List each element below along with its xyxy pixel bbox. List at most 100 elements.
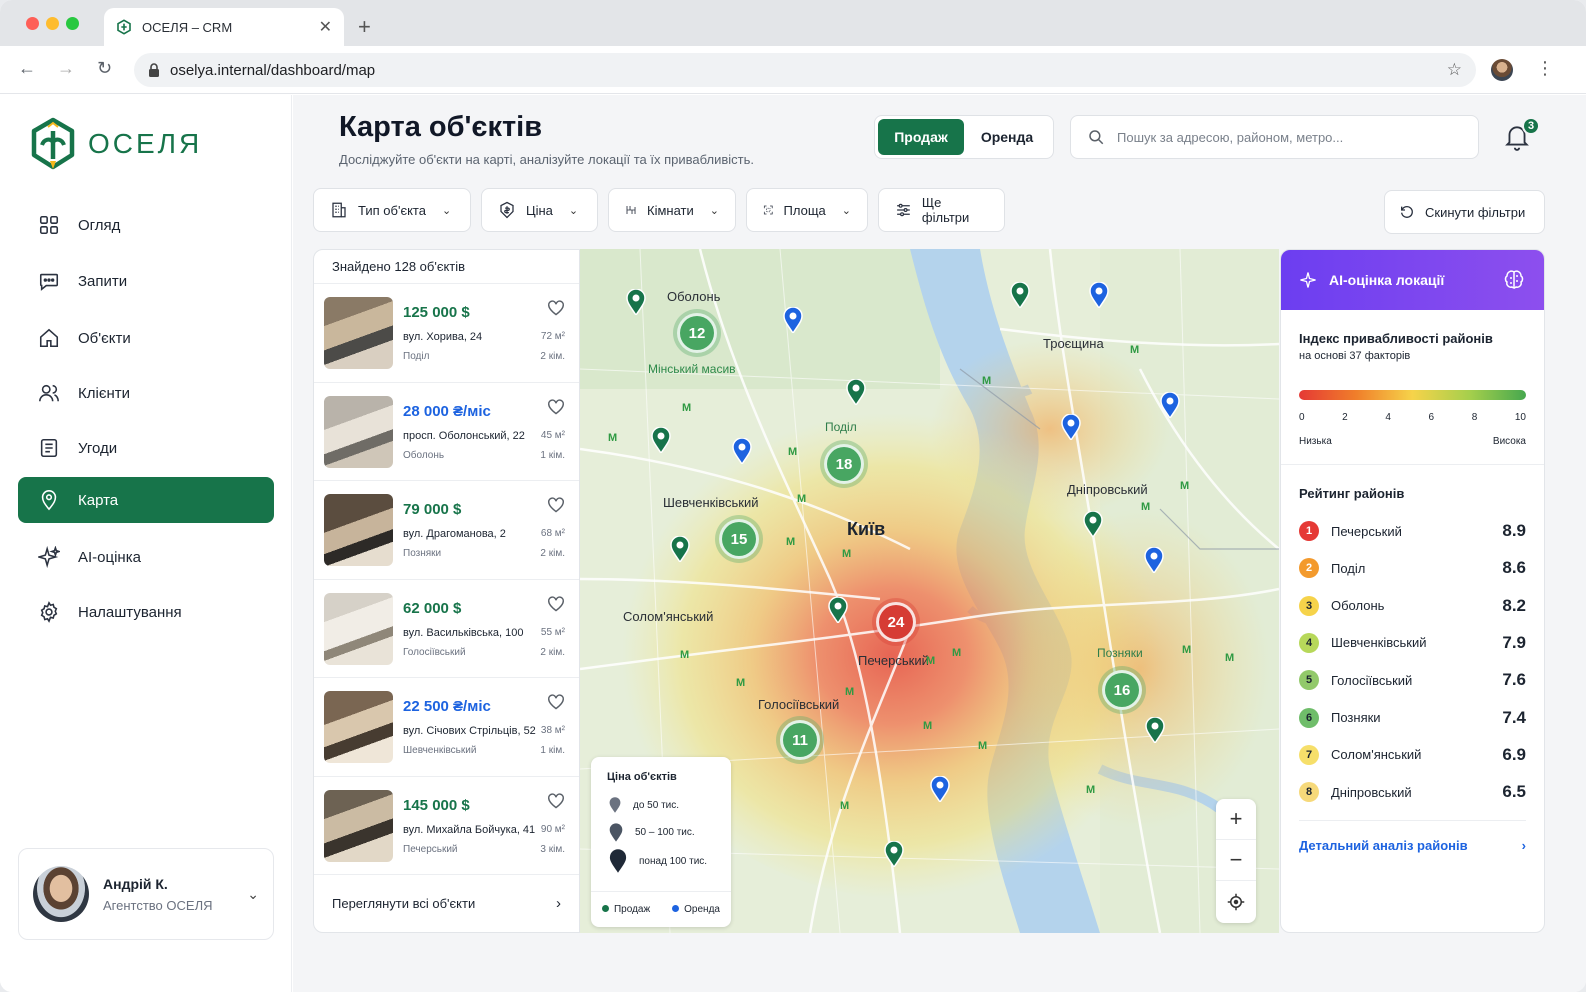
map-pin-marker[interactable] (930, 776, 950, 802)
attractiveness-index-title: Індекс привабливості районів (1299, 331, 1493, 346)
sidebar-item-requests[interactable]: Запити (18, 258, 274, 304)
map-pin-marker[interactable] (670, 536, 690, 562)
map-cluster[interactable]: 11 (780, 720, 820, 760)
sidebar-item-map[interactable]: Карта (18, 477, 274, 523)
metro-station-icon: M (952, 647, 962, 659)
listing-card[interactable]: 22 500 ₴/міс вул. Січових Стрільців, 52 38… (314, 678, 579, 777)
sidebar-item-deals[interactable]: Угоди (18, 425, 274, 471)
browser-profile-avatar[interactable] (1491, 59, 1513, 81)
listing-photo (324, 592, 393, 665)
search-input[interactable] (1117, 129, 1457, 145)
heart-icon[interactable] (547, 694, 565, 710)
heart-icon[interactable] (547, 595, 565, 612)
back-arrow-icon[interactable]: ← (18, 58, 36, 79)
legend-title: Ціна об'єктів (607, 771, 677, 783)
district-rank-row[interactable]: 3 Оболонь 8.2 (1299, 595, 1526, 616)
heart-icon[interactable] (547, 792, 565, 809)
forward-arrow-icon[interactable]: → (57, 58, 75, 79)
listing-card[interactable]: 62 000 $ вул. Васильківська, 100 55 м² Голо… (314, 580, 579, 678)
chevron-down-icon[interactable]: ⌄ (247, 886, 259, 903)
brain-icon[interactable] (1502, 268, 1526, 292)
map-label-pecherskyi: Печерський (858, 653, 929, 668)
small-pin-icon (609, 797, 621, 813)
heart-icon[interactable] (547, 497, 565, 513)
map-pin-marker[interactable] (1144, 547, 1164, 573)
map-pin-marker[interactable] (732, 438, 752, 464)
view-all-listings-link[interactable]: Переглянути всі об'єкти › (314, 874, 579, 932)
ai-panel-title: AI-оцінка локації (1329, 272, 1445, 288)
ai-location-panel: AI-оцінка локації Індекс привабливості р… (1280, 249, 1545, 933)
map-pin-marker[interactable] (1145, 717, 1165, 743)
detailed-analysis-link[interactable]: Детальний аналіз районів › (1299, 838, 1526, 853)
map-label-holosiivskyi: Голосіївський (758, 697, 840, 712)
map-cluster[interactable]: 24 (876, 602, 916, 642)
scale-tick: 4 (1385, 412, 1391, 423)
district-rank-row[interactable]: 8 Дніпровський 6.5 (1299, 782, 1526, 803)
main-content: Карта об'єктів Досліджуйте об'єкти на ка… (293, 95, 1586, 992)
browser-menu-icon[interactable]: ⋮ (1536, 58, 1554, 79)
listing-card[interactable]: 125 000 $ вул. Хорива, 24 72 м² Поділ 2 кім. (314, 284, 579, 383)
zoom-out-button[interactable]: − (1216, 840, 1256, 881)
locate-me-button[interactable] (1216, 881, 1256, 922)
map-pin-marker[interactable] (1089, 282, 1109, 308)
map-pin-marker[interactable] (1061, 414, 1081, 440)
listing-card[interactable]: 79 000 $ вул. Драгоманова, 2 68 м² Позняки 2… (314, 481, 579, 580)
map-view[interactable]: Оболонь Мінський масив Троєщина Поділ Ше… (580, 249, 1279, 933)
map-pin-marker[interactable] (1083, 511, 1103, 537)
district-rank-row[interactable]: 2 Поділ 8.6 (1299, 558, 1526, 579)
sidebar-item-properties[interactable]: Об'єкти (18, 315, 274, 361)
sidebar-item-settings[interactable]: Налаштування (18, 589, 274, 635)
sidebar: ОСЕЛЯ Огляд Запити Об'єкти Клієнти Угоди… (0, 95, 292, 992)
map-pin-marker[interactable] (626, 289, 646, 315)
close-tab-icon[interactable]: ✕ (319, 17, 332, 37)
map-cluster[interactable]: 12 (677, 313, 717, 353)
listing-card[interactable]: 145 000 $ вул. Михайла Бойчука, 41 90 м² Пе… (314, 777, 579, 875)
filter-rooms[interactable]: Кімнати ⌄ (608, 188, 736, 232)
listing-card[interactable]: 28 000 ₴/міс просп. Оболонський, 22 45 м² О… (314, 383, 579, 481)
address-bar[interactable]: oselya.internal/dashboard/map ☆ (134, 53, 1476, 87)
listing-area: 68 м² (540, 528, 565, 539)
brand-logo[interactable]: ОСЕЛЯ (30, 117, 202, 171)
map-cluster[interactable]: 15 (719, 519, 759, 559)
sidebar-item-clients[interactable]: Клієнти (18, 370, 274, 416)
district-rank-row[interactable]: 6 Позняки 7.4 (1299, 707, 1526, 728)
district-rank-row[interactable]: 5 Голосіївський 7.6 (1299, 670, 1526, 691)
map-pin-marker[interactable] (1160, 392, 1180, 418)
sidebar-item-overview[interactable]: Огляд (18, 202, 274, 248)
filter-area[interactable]: Площа ⌄ (746, 188, 868, 232)
maximize-window-button[interactable] (66, 17, 79, 30)
map-cluster[interactable]: 16 (1102, 670, 1142, 710)
district-rank-row[interactable]: 1 Печерський 8.9 (1299, 521, 1526, 541)
minimize-window-button[interactable] (46, 17, 59, 30)
toggle-sale-button[interactable]: Продаж (878, 119, 964, 155)
map-pin-marker[interactable] (884, 841, 904, 867)
district-rank-row[interactable]: 7 Солом'янський 6.9 (1299, 744, 1526, 765)
zoom-in-button[interactable]: + (1216, 799, 1256, 840)
reset-filters-button[interactable]: Скинути фільтри (1384, 190, 1545, 234)
close-window-button[interactable] (26, 17, 39, 30)
map-pin-marker[interactable] (846, 379, 866, 405)
district-name: Печерський (1331, 523, 1402, 539)
scale-ticks: 0 2 4 6 8 10 (1299, 412, 1526, 423)
bookmark-star-icon[interactable]: ☆ (1447, 60, 1462, 80)
heart-icon[interactable] (547, 300, 565, 316)
district-rank-row[interactable]: 4 Шевченківський 7.9 (1299, 632, 1526, 653)
metro-station-icon: M (1130, 344, 1140, 356)
sidebar-item-ai-evaluation[interactable]: AI-оцінка (18, 534, 274, 580)
map-pin-marker[interactable] (651, 427, 671, 453)
reload-icon[interactable]: ↻ (97, 58, 112, 79)
map-pin-marker[interactable] (1010, 282, 1030, 308)
toggle-rent-button[interactable]: Оренда (964, 119, 1050, 155)
legend-tier-high: понад 100 тис. (609, 849, 707, 873)
browser-tab[interactable]: ОСЕЛЯ – CRM ✕ (104, 8, 344, 46)
heart-icon[interactable] (547, 398, 565, 415)
user-profile-card[interactable]: Андрій К. Агентство ОСЕЛЯ ⌄ (18, 848, 274, 940)
divider (1281, 464, 1544, 465)
map-cluster[interactable]: 18 (824, 444, 864, 484)
filter-more[interactable]: Ще фільтри (878, 188, 1005, 232)
filter-price[interactable]: Ціна ⌄ (481, 188, 598, 232)
filter-property-type[interactable]: Тип об'єкта ⌄ (313, 188, 471, 232)
map-pin-marker[interactable] (828, 597, 848, 623)
map-pin-marker[interactable] (783, 307, 803, 333)
new-tab-button[interactable]: + (358, 14, 371, 40)
